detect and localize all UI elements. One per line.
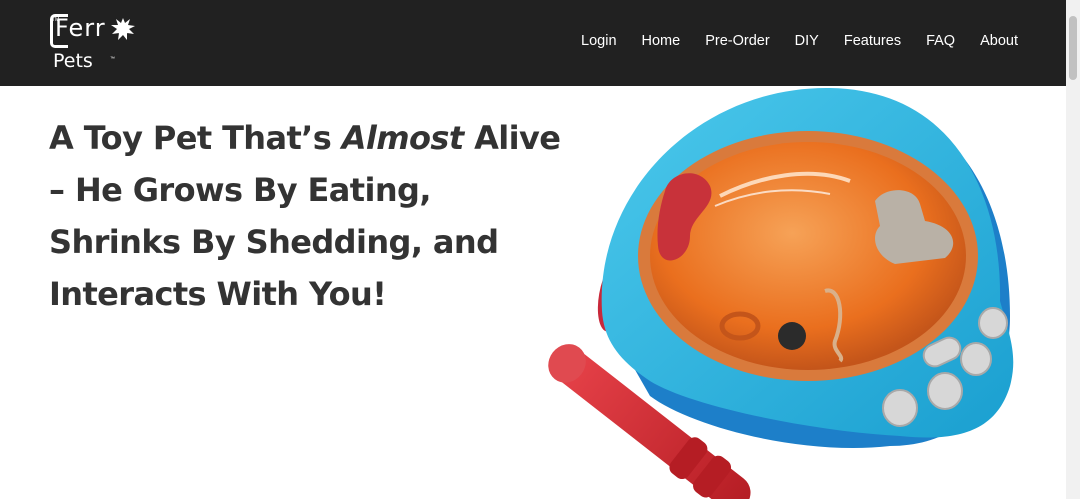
nav-features[interactable]: Features	[831, 31, 913, 51]
hero-headline: A Toy Pet That’s Almost Alive – He Grows…	[49, 112, 569, 320]
scrollbar-thumb[interactable]	[1069, 16, 1077, 80]
logo-word-ferr: Ferr	[55, 14, 106, 42]
logo-trademark: ™	[110, 56, 115, 62]
site-header: TM Ferr Pets ™ Login Home Pre-Order DIY …	[0, 0, 1066, 86]
nav-pre-order[interactable]: Pre-Order	[693, 31, 782, 51]
main-nav: Login Home Pre-Order DIY Features FAQ Ab…	[569, 31, 1018, 51]
headline-emphasis: Almost	[341, 119, 464, 157]
toy-button-1	[882, 389, 918, 427]
product-image	[548, 87, 1014, 499]
headline-part1: A Toy Pet That’s	[49, 119, 342, 157]
toy-button-5	[978, 307, 1008, 339]
page-scrollbar[interactable]	[1066, 0, 1080, 499]
nav-home[interactable]: Home	[629, 31, 693, 51]
nav-login[interactable]: Login	[569, 31, 629, 51]
ferrofluid-blob	[778, 322, 806, 350]
nav-diy[interactable]: DIY	[782, 31, 831, 51]
toy-button-2	[927, 372, 963, 410]
nav-about[interactable]: About	[968, 31, 1018, 51]
logo-word-pets: Pets	[53, 50, 93, 72]
nav-faq[interactable]: FAQ	[914, 31, 968, 51]
splat-icon	[111, 18, 135, 40]
toy-button-4	[960, 342, 992, 376]
ferro-pets-logo[interactable]: TM Ferr Pets ™	[48, 12, 138, 72]
